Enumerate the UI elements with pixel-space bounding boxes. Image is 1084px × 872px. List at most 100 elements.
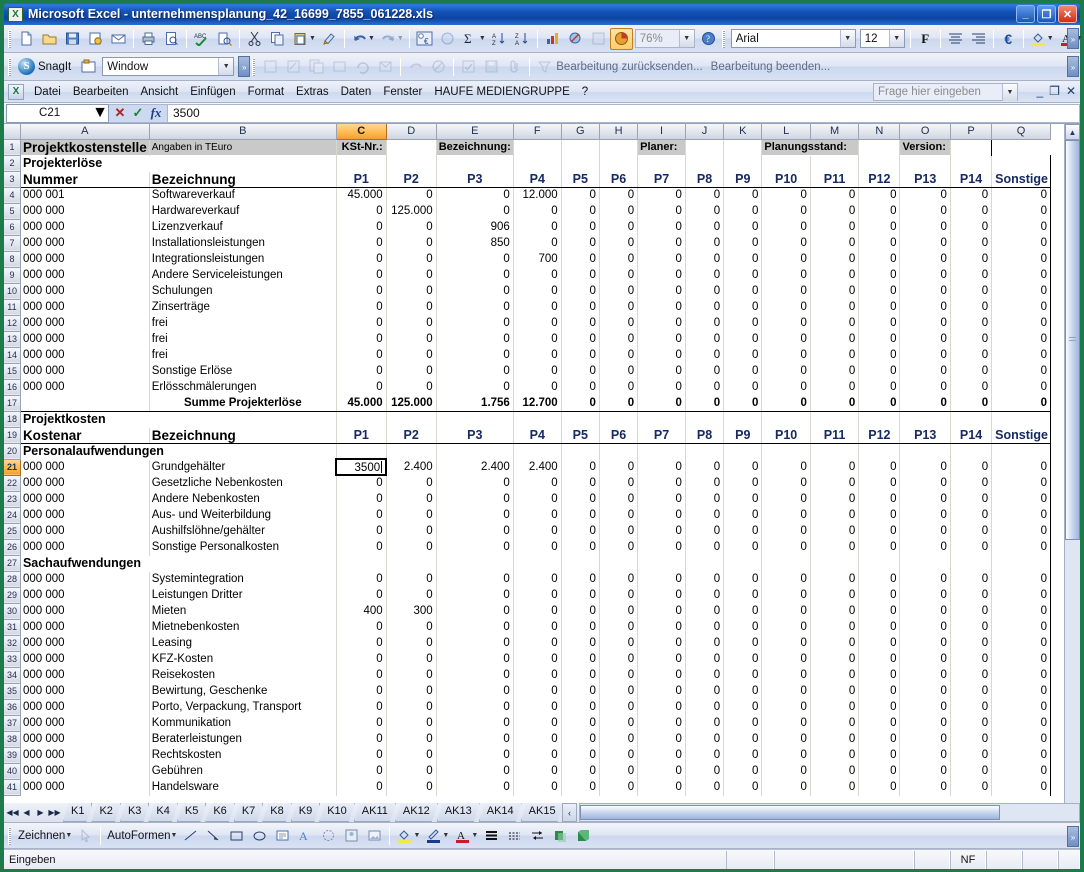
workflow-reject-icon[interactable] (427, 56, 450, 78)
cell-B41-label[interactable]: Handelsware (149, 779, 336, 795)
cell-P4-r32[interactable]: 0 (513, 635, 561, 651)
menu-format[interactable]: Format (242, 84, 290, 100)
new-icon[interactable] (15, 28, 38, 50)
cell-B4-label[interactable]: Softwareverkauf (149, 187, 336, 203)
redo-dropdown-arrow[interactable]: ▼ (397, 35, 404, 42)
cell-P7-r38[interactable]: 0 (638, 731, 686, 747)
cell-sonstige-r12[interactable]: 0 (992, 315, 1051, 331)
cell-P1-r16[interactable]: 0 (336, 379, 386, 395)
cell-P1-r26[interactable]: 0 (336, 539, 386, 555)
cell-P9-r33[interactable]: 0 (724, 651, 762, 667)
sheet-tab-k4[interactable]: K4 (148, 803, 177, 822)
cell-A35-number[interactable]: 000 000 (20, 683, 149, 699)
cell-P14-r38[interactable]: 0 (950, 731, 991, 747)
cell-P7-r26[interactable]: 0 (638, 539, 686, 555)
cell-B12-label[interactable]: frei (149, 315, 336, 331)
cell-P13-r35[interactable]: 0 (900, 683, 950, 699)
column-header-C[interactable]: C (336, 124, 386, 139)
cell-sum-P8-r17[interactable]: 0 (685, 395, 723, 411)
cell-P13-r31[interactable]: 0 (900, 619, 950, 635)
cell-P3-r15[interactable]: 0 (436, 363, 513, 379)
cell-P10-r35[interactable]: 0 (762, 683, 810, 699)
cell-sum-P11-r17[interactable]: 0 (810, 395, 858, 411)
cell-P10-r40[interactable]: 0 (762, 763, 810, 779)
row-header-34[interactable]: 34 (4, 667, 20, 683)
cell-P3-r40[interactable]: 0 (436, 763, 513, 779)
cell-P10-r25[interactable]: 0 (762, 523, 810, 539)
cell-P13-r21[interactable]: 0 (900, 459, 950, 475)
cell-sonstige-r21[interactable]: 0 (992, 459, 1051, 475)
cell-P8-r28[interactable]: 0 (685, 571, 723, 587)
cell-P9-r36[interactable]: 0 (724, 699, 762, 715)
cell-P5-r35[interactable]: 0 (561, 683, 599, 699)
cell-P13-r28[interactable]: 0 (900, 571, 950, 587)
cell-P2-r15[interactable]: 0 (386, 363, 436, 379)
cell-18-10[interactable] (810, 411, 858, 427)
cell-period-header-P11-r19[interactable]: P11 (810, 427, 858, 443)
cell-2-8[interactable] (724, 155, 762, 171)
cell-P6-r10[interactable]: 0 (599, 283, 637, 299)
name-box-dropdown-arrow[interactable]: ▼ (92, 104, 108, 122)
cell-P3-r4[interactable]: 0 (436, 187, 513, 203)
row-header-7[interactable]: 7 (4, 235, 20, 251)
cell-P13-r40[interactable]: 0 (900, 763, 950, 779)
cell-A36-number[interactable]: 000 000 (20, 699, 149, 715)
row-header-28[interactable]: 28 (4, 571, 20, 587)
cell-P11-r31[interactable]: 0 (810, 619, 858, 635)
cell-P9-r21[interactable]: 0 (724, 459, 762, 475)
cell-P13-r24[interactable]: 0 (900, 507, 950, 523)
cell-P1-r21[interactable]: 3500 (336, 459, 386, 475)
row-header-5[interactable]: 5 (4, 203, 20, 219)
open-icon[interactable] (38, 28, 61, 50)
cell-A12-number[interactable]: 000 000 (20, 315, 149, 331)
cell-2-10[interactable] (810, 155, 858, 171)
cell-P4-r11[interactable]: 0 (513, 299, 561, 315)
cell-P12-r14[interactable]: 0 (859, 347, 900, 363)
align-right-icon[interactable] (967, 28, 990, 50)
cell-20-3[interactable] (513, 443, 561, 459)
cell-P12-r32[interactable]: 0 (859, 635, 900, 651)
cell-P2-r39[interactable]: 0 (386, 747, 436, 763)
row-header-35[interactable]: 35 (4, 683, 20, 699)
cell-P1-r28[interactable]: 0 (336, 571, 386, 587)
cell-P1-r40[interactable]: 0 (336, 763, 386, 779)
cell-P9-r24[interactable]: 0 (724, 507, 762, 523)
cell-P10-r15[interactable]: 0 (762, 363, 810, 379)
cell-P13-r9[interactable]: 0 (900, 267, 950, 283)
cell-P12-r39[interactable]: 0 (859, 747, 900, 763)
cell-P9-r15[interactable]: 0 (724, 363, 762, 379)
cell-P12-r37[interactable]: 0 (859, 715, 900, 731)
cell-sonstige-r41[interactable]: 0 (992, 779, 1051, 795)
column-header-L[interactable]: L (762, 124, 810, 139)
cell-A6-number[interactable]: 000 000 (20, 219, 149, 235)
cell-P14-r33[interactable]: 0 (950, 651, 991, 667)
cell-P1-r38[interactable]: 0 (336, 731, 386, 747)
cell-P3-r21[interactable]: 2.400 (436, 459, 513, 475)
row-header-31[interactable]: 31 (4, 619, 20, 635)
cell-P4-r37[interactable]: 0 (513, 715, 561, 731)
cell-B26-label[interactable]: Sonstige Personalkosten (149, 539, 336, 555)
cell-P6-r31[interactable]: 0 (599, 619, 637, 635)
cell-P11-r28[interactable]: 0 (810, 571, 858, 587)
cell-A22-number[interactable]: 000 000 (20, 475, 149, 491)
cell-P3-r10[interactable]: 0 (436, 283, 513, 299)
sheet-tab-k6[interactable]: K6 (205, 803, 234, 822)
cell-sonstige-r28[interactable]: 0 (992, 571, 1051, 587)
cell-sonstige-r23[interactable]: 0 (992, 491, 1051, 507)
cell-P12-r12[interactable]: 0 (859, 315, 900, 331)
confirm-edit-icon[interactable]: ✓ (130, 105, 146, 121)
cell-2-0[interactable] (336, 155, 386, 171)
cell-P6-r12[interactable]: 0 (599, 315, 637, 331)
cell-P7-r30[interactable]: 0 (638, 603, 686, 619)
cell-P12-r21[interactable]: 0 (859, 459, 900, 475)
save-icon[interactable] (61, 28, 84, 50)
cell-P10-r8[interactable]: 0 (762, 251, 810, 267)
cell-A32-number[interactable]: 000 000 (20, 635, 149, 651)
drawing-toggle-icon[interactable] (564, 28, 587, 50)
cell-P5-r37[interactable]: 0 (561, 715, 599, 731)
cell-P4-r41[interactable]: 0 (513, 779, 561, 795)
cell-P7-r14[interactable]: 0 (638, 347, 686, 363)
cell-P12-r6[interactable]: 0 (859, 219, 900, 235)
workflow-toolbar-grip[interactable] (252, 58, 255, 76)
cell-P1-r39[interactable]: 0 (336, 747, 386, 763)
